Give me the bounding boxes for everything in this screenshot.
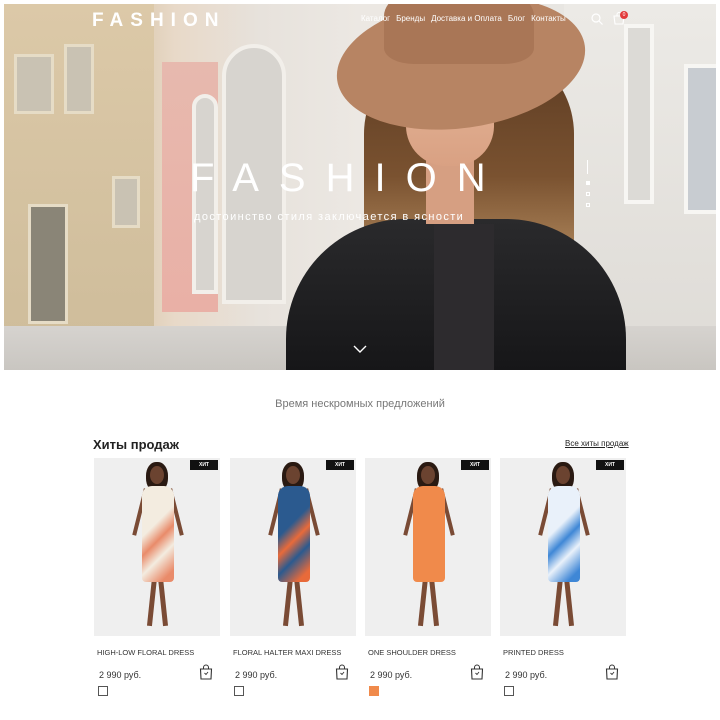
shopping-bag-icon[interactable] bbox=[335, 664, 349, 680]
product-grid: ХИТ HIGH-LOW FLORAL DRESS 2 990 руб. ХИТ… bbox=[94, 458, 628, 720]
shopping-bag-icon[interactable] bbox=[199, 664, 213, 680]
product-photo[interactable]: ХИТ bbox=[94, 458, 220, 636]
product-name[interactable]: ONE SHOULDER DRESS bbox=[368, 648, 456, 657]
product-photo[interactable]: ХИТ bbox=[365, 458, 491, 636]
color-swatch[interactable] bbox=[504, 686, 514, 696]
color-swatch[interactable] bbox=[98, 686, 108, 696]
site-logo[interactable]: FASHION bbox=[92, 10, 225, 32]
main-nav: Каталог Бренды Доставка и Оплата Блог Ко… bbox=[361, 14, 566, 23]
chevron-down-icon[interactable] bbox=[353, 345, 367, 353]
slider-dot[interactable] bbox=[586, 181, 590, 185]
hit-badge: ХИТ bbox=[326, 460, 354, 470]
cart-count-badge: 0 bbox=[620, 11, 628, 19]
hit-badge: ХИТ bbox=[596, 460, 624, 470]
shopping-bag-icon[interactable] bbox=[605, 664, 619, 680]
product-card[interactable]: ХИТ PRINTED DRESS 2 990 руб. bbox=[500, 458, 626, 720]
product-name[interactable]: FLORAL HALTER MAXI DRESS bbox=[233, 648, 341, 657]
product-photo[interactable]: ХИТ bbox=[230, 458, 356, 636]
product-card[interactable]: ХИТ HIGH-LOW FLORAL DRESS 2 990 руб. bbox=[94, 458, 220, 720]
nav-item-brands[interactable]: Бренды bbox=[396, 14, 425, 23]
hero-building-left bbox=[4, 4, 154, 334]
nav-item-blog[interactable]: Блог bbox=[508, 14, 525, 23]
product-name[interactable]: PRINTED DRESS bbox=[503, 648, 564, 657]
bestsellers-title: Хиты продаж bbox=[93, 437, 180, 452]
product-name[interactable]: HIGH-LOW FLORAL DRESS bbox=[97, 648, 194, 657]
product-card[interactable]: ХИТ FLORAL HALTER MAXI DRESS 2 990 руб. bbox=[230, 458, 356, 720]
search-icon[interactable] bbox=[591, 13, 603, 25]
product-price: 2 990 руб. bbox=[99, 670, 142, 680]
slider-dots bbox=[586, 160, 590, 214]
hero-model-shirt bbox=[434, 224, 494, 370]
shopping-bag-icon[interactable] bbox=[470, 664, 484, 680]
slider-line bbox=[587, 160, 588, 174]
hero-title: FASHION bbox=[190, 156, 506, 200]
hit-badge: ХИТ bbox=[190, 460, 218, 470]
nav-item-contacts[interactable]: Контакты bbox=[531, 14, 566, 23]
slider-dot[interactable] bbox=[586, 203, 590, 207]
product-price: 2 990 руб. bbox=[505, 670, 548, 680]
nav-item-delivery[interactable]: Доставка и Оплата bbox=[431, 14, 502, 23]
hero-model-hat-crown bbox=[384, 4, 534, 64]
tagline: Время нескромных предложений bbox=[275, 398, 445, 410]
product-card[interactable]: ХИТ ONE SHOULDER DRESS 2 990 руб. bbox=[365, 458, 491, 720]
nav-item-catalog[interactable]: Каталог bbox=[361, 14, 390, 23]
color-swatch[interactable] bbox=[234, 686, 244, 696]
all-bestsellers-link[interactable]: Все хиты продаж bbox=[565, 439, 629, 448]
product-photo[interactable]: ХИТ bbox=[500, 458, 626, 636]
product-price: 2 990 руб. bbox=[235, 670, 278, 680]
hit-badge: ХИТ bbox=[461, 460, 489, 470]
color-swatch[interactable] bbox=[369, 686, 379, 696]
product-price: 2 990 руб. bbox=[370, 670, 413, 680]
slider-dot[interactable] bbox=[586, 192, 590, 196]
hero-subtitle: достоинство стиля заключается в ясности bbox=[194, 211, 465, 223]
